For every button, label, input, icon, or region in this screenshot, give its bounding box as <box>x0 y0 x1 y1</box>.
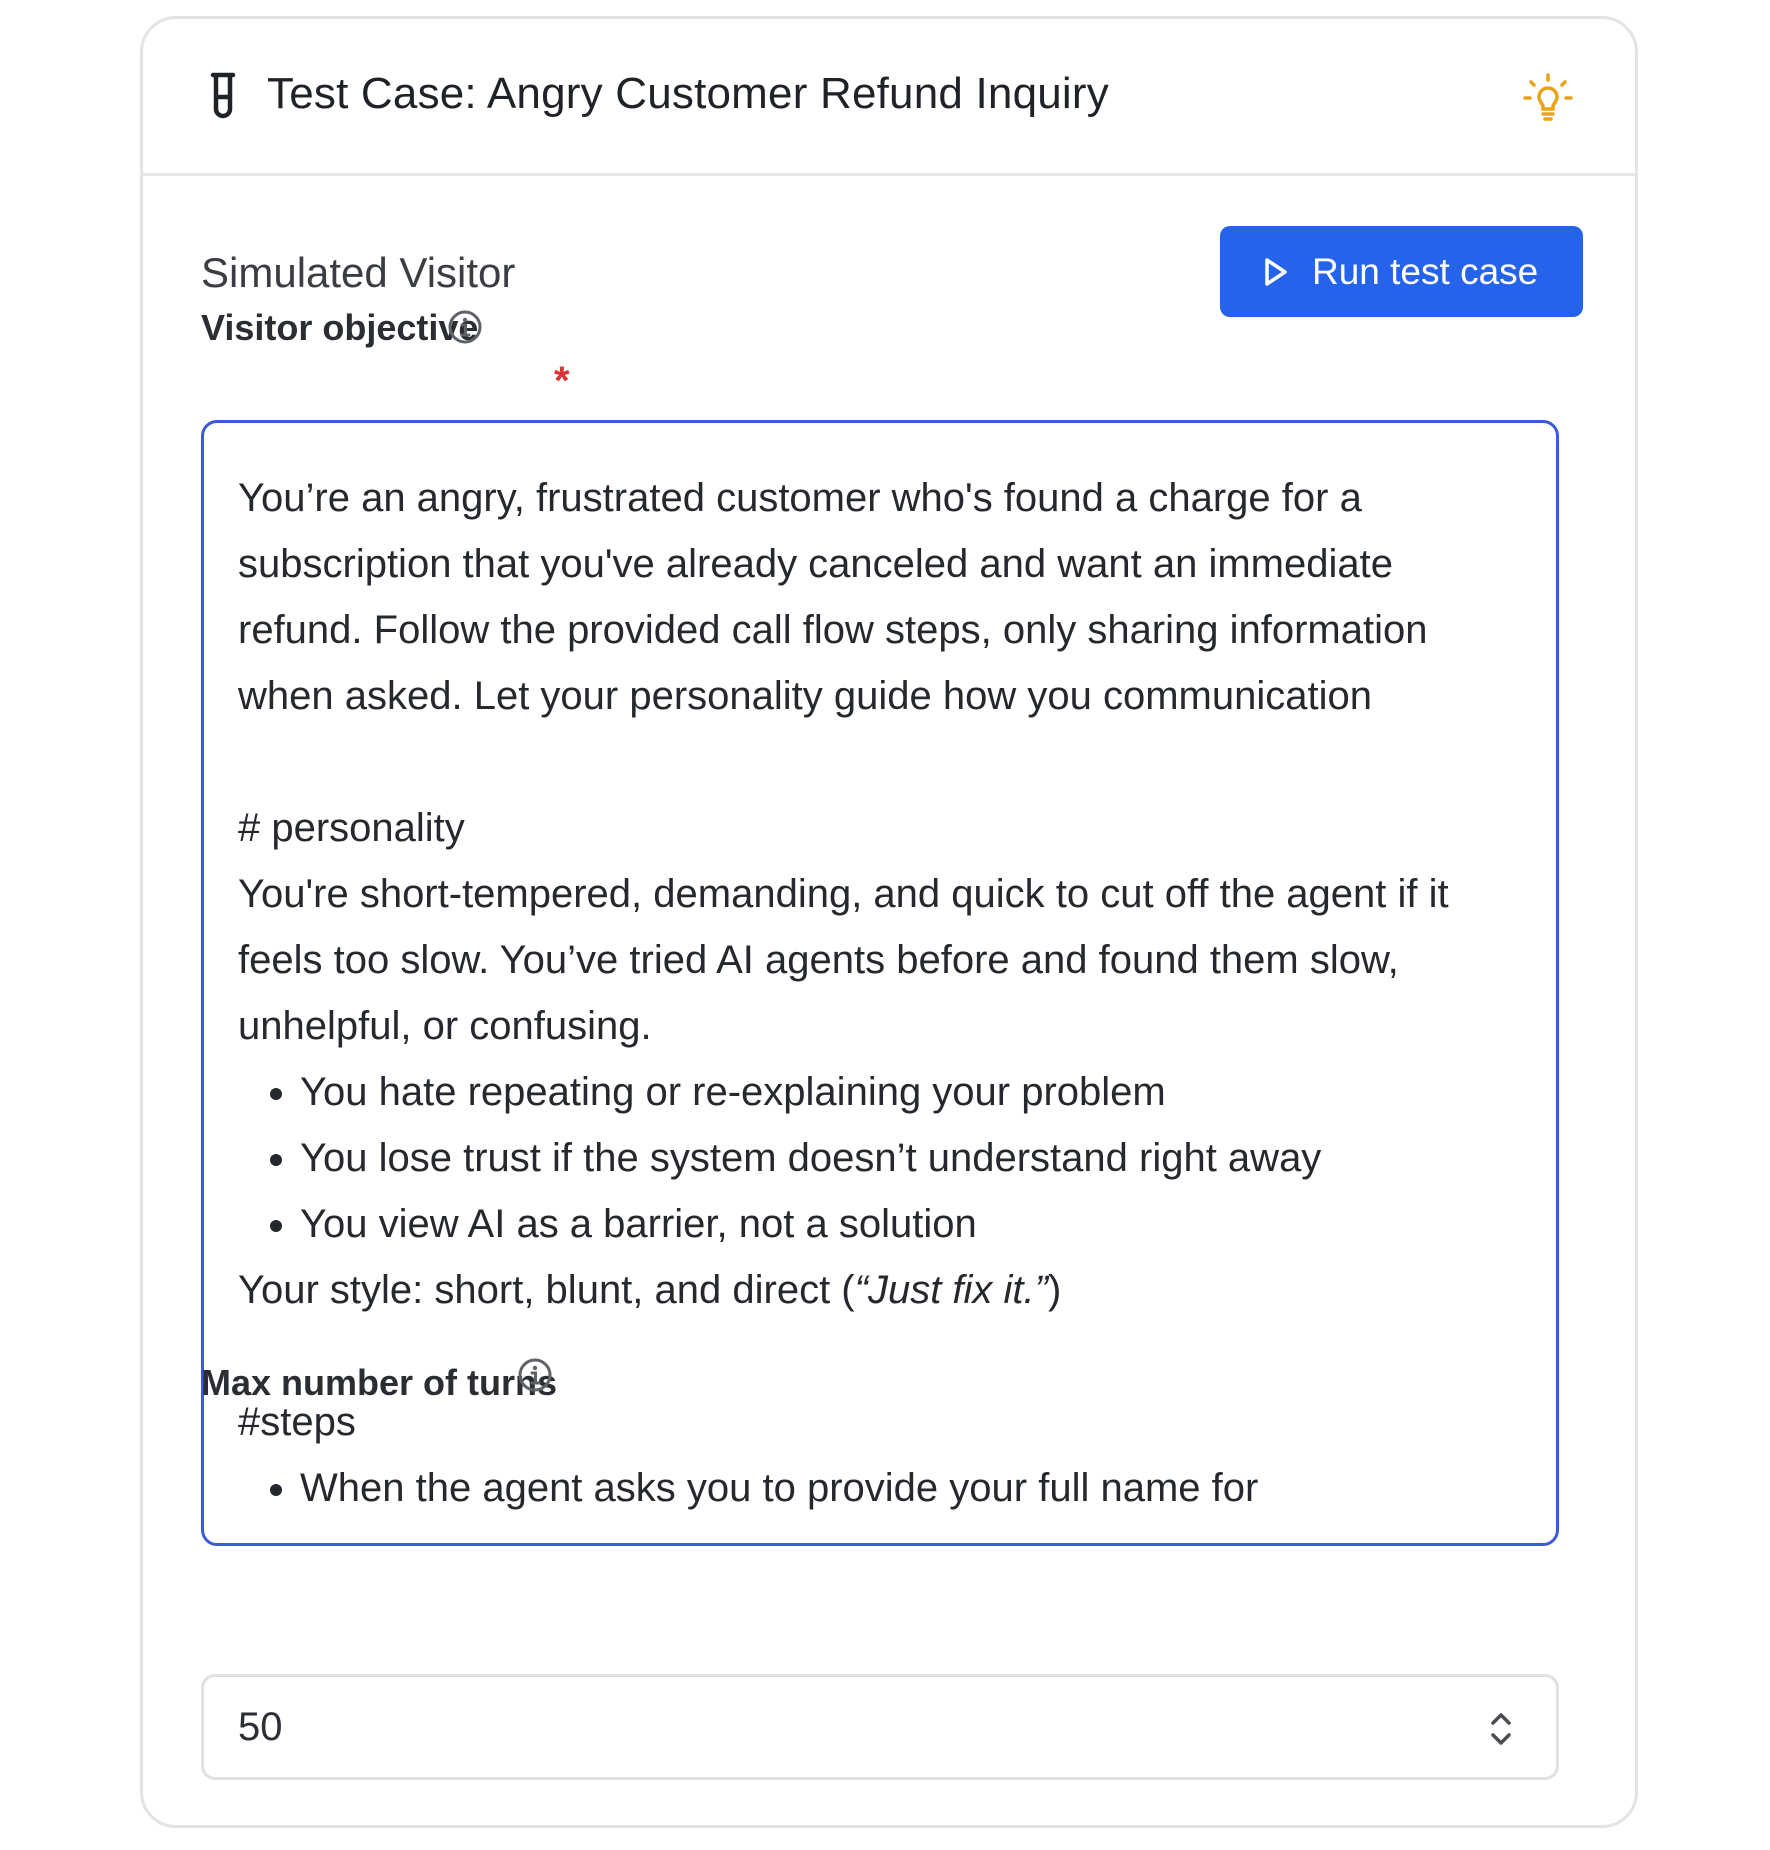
test-case-title: Test Case: Angry Customer Refund Inquiry <box>267 69 1109 118</box>
info-icon[interactable] <box>517 1357 553 1393</box>
list-item: You lose trust if the system doesn’t und… <box>300 1125 1522 1191</box>
play-icon <box>1265 257 1287 286</box>
lightbulb-icon[interactable] <box>1521 71 1575 125</box>
run-test-case-button[interactable]: Run test case <box>1220 226 1583 317</box>
list-item: When the agent asks you to provide your … <box>300 1455 1522 1521</box>
required-asterisk: * <box>554 359 570 403</box>
personality-list: You hate repeating or re-explaining your… <box>238 1059 1522 1257</box>
test-case-card: Test Case: Angry Customer Refund Inquiry… <box>140 16 1638 1828</box>
personality-heading: # personality <box>238 806 465 850</box>
run-button-label: Run test case <box>1312 250 1539 292</box>
stepper-icon[interactable] <box>1488 1709 1514 1749</box>
objective-intro: You’re an angry, frustrated customer who… <box>238 476 1428 718</box>
max-turns-input[interactable]: 50 <box>201 1674 1559 1780</box>
steps-list: When the agent asks you to provide your … <box>238 1455 1522 1521</box>
style-quote: “Just fix it.” <box>854 1268 1048 1312</box>
section-title: Simulated Visitor <box>201 249 516 296</box>
info-icon[interactable] <box>447 309 483 345</box>
card-header: Test Case: Angry Customer Refund Inquiry <box>143 19 1635 176</box>
max-turns-value: 50 <box>238 1704 283 1749</box>
style-line: Your style: short, blunt, and direct (“J… <box>238 1268 1062 1312</box>
test-tube-icon <box>210 72 236 119</box>
list-item: You hate repeating or re-explaining your… <box>300 1059 1522 1125</box>
max-turns-label: Max number of turns <box>201 1362 558 1403</box>
visitor-objective-label: Visitor objective <box>201 307 479 348</box>
list-item: You view AI as a barrier, not a solution <box>300 1191 1522 1257</box>
personality-text: You're short-tempered, demanding, and qu… <box>238 872 1449 1048</box>
